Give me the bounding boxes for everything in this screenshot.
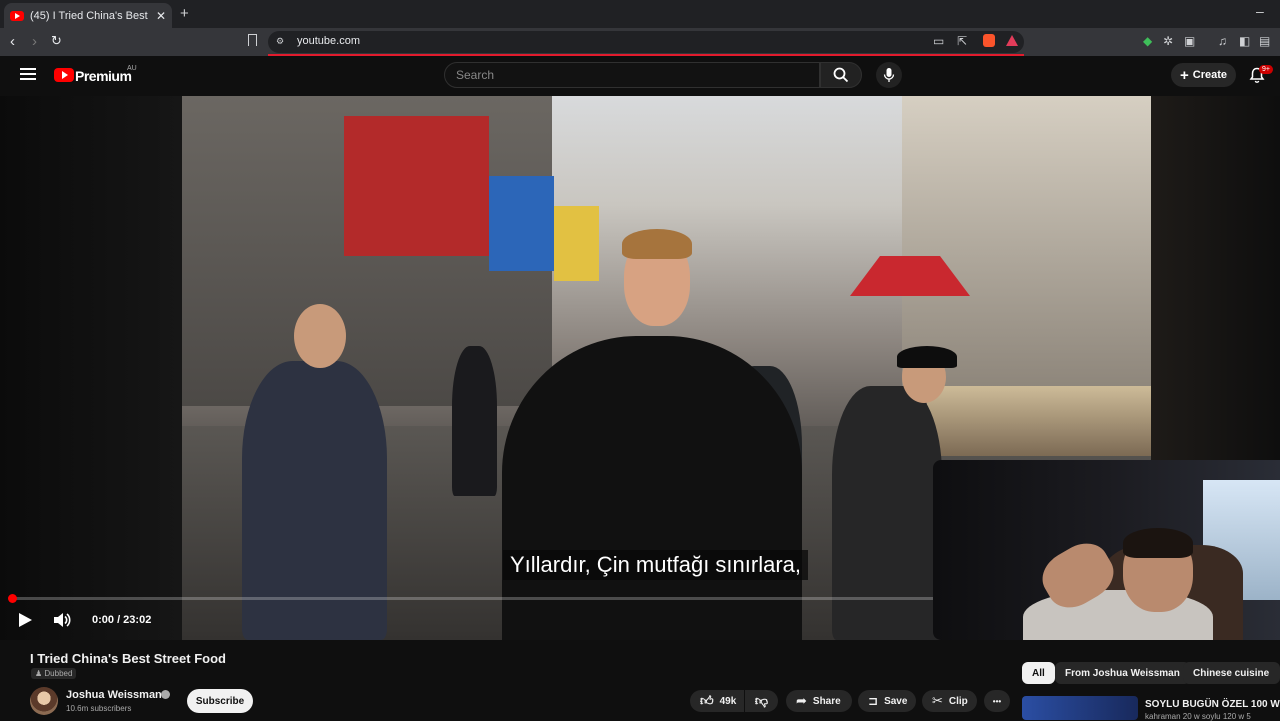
like-button[interactable]: 👍︎ 49k <box>690 690 744 712</box>
media-controls-icon[interactable]: ♫ <box>1218 34 1227 48</box>
host-figure <box>502 336 802 640</box>
chip-from-channel[interactable]: From Joshua Weissman <box>1055 662 1190 684</box>
subscribe-button[interactable]: Subscribe <box>187 689 253 713</box>
host-hair <box>622 229 692 259</box>
pedestrian-cap <box>897 346 957 368</box>
tab-close-icon[interactable]: ✕ <box>156 9 166 23</box>
dubbed-label: Dubbed <box>44 669 73 678</box>
progress-bar[interactable] <box>12 597 933 600</box>
channel-avatar[interactable] <box>30 687 58 715</box>
recommended-video-title[interactable]: SOYLU BUGÜN ÖZEL 100 W <box>1145 699 1280 710</box>
youtube-logo-icon[interactable] <box>54 68 74 82</box>
thumbs-down-icon: 👎︎ <box>754 693 769 708</box>
play-icon[interactable] <box>19 613 32 627</box>
more-actions-button[interactable]: ••• <box>984 690 1010 712</box>
site-settings-icon[interactable]: ⚙ <box>276 36 284 47</box>
bookmark-icon[interactable] <box>248 34 257 46</box>
share-arrow-icon: ➦ <box>796 693 807 708</box>
sidebar-toggle-icon[interactable]: ◧ <box>1239 34 1250 48</box>
scissors-icon: ✂ <box>932 693 943 708</box>
dubbed-person-icon: ♟ <box>35 669 43 678</box>
food-stall <box>927 386 1151 456</box>
clip-label: Clip <box>948 695 968 707</box>
chip-chinese-cuisine[interactable]: Chinese cuisine <box>1183 662 1280 684</box>
chip-all[interactable]: All <box>1022 662 1055 684</box>
brand-name[interactable]: Premium <box>75 68 132 84</box>
search-input[interactable] <box>444 62 820 88</box>
pedestrian-head <box>294 304 346 368</box>
volume-icon[interactable] <box>53 612 71 633</box>
red-shop-sign <box>344 116 489 256</box>
cast-icon[interactable]: ▭ <box>933 34 944 48</box>
streamer-webcam-overlay <box>933 460 1280 640</box>
plus-icon: + <box>1179 66 1189 84</box>
blue-shop-sign <box>489 176 554 271</box>
brave-shield-icon[interactable] <box>983 34 995 47</box>
video-caption: Yıllardır, Çin mutfağı sınırlara, <box>503 550 808 580</box>
browser-tab[interactable]: (45) I Tried China's Best Street Fo ✕ <box>4 3 172 28</box>
clip-button[interactable]: ✂ Clip <box>922 690 977 712</box>
url-text: youtube.com <box>297 35 360 47</box>
split-view-icon[interactable]: ▤ <box>1259 34 1270 48</box>
brave-rewards-icon[interactable] <box>1006 35 1018 46</box>
microphone-icon <box>883 68 895 82</box>
background-pedestrian <box>452 346 497 496</box>
address-bar[interactable] <box>268 31 1024 53</box>
youtube-favicon-icon <box>10 10 24 21</box>
reload-icon[interactable]: ↻ <box>51 33 62 49</box>
create-button[interactable]: + Create <box>1171 63 1236 87</box>
region-code: AU <box>127 65 137 72</box>
verified-check-icon <box>161 690 170 699</box>
back-arrow-icon[interactable]: ‹ <box>10 33 15 50</box>
create-label: Create <box>1192 69 1227 81</box>
screenshot-icon[interactable]: ▣ <box>1184 34 1195 48</box>
channel-name[interactable]: Joshua Weissman <box>66 689 162 701</box>
save-bookmark-icon: ⊐ <box>868 694 879 708</box>
notification-count-badge: 9+ <box>1259 65 1273 74</box>
new-tab-button[interactable]: + <box>180 5 189 22</box>
voice-search-button[interactable] <box>876 62 902 88</box>
dislike-button[interactable]: 👎︎ <box>745 690 778 712</box>
like-count: 49k <box>719 695 737 707</box>
save-label: Save <box>884 695 908 707</box>
window-minimize-button[interactable]: – <box>1256 3 1264 19</box>
recommended-video-thumbnail[interactable] <box>1022 696 1138 720</box>
dubbed-badge: ♟ Dubbed <box>31 668 77 679</box>
thumbs-up-icon: 👍︎ <box>700 693 714 708</box>
webcam-person-hair <box>1123 528 1193 558</box>
search-button[interactable] <box>820 62 862 88</box>
video-title: I Tried China's Best Street Food <box>30 651 226 666</box>
time-display: 0:00 / 23:02 <box>92 614 152 626</box>
yellow-shop-sign <box>554 206 599 281</box>
share-label: Share <box>812 695 841 707</box>
forward-arrow-icon[interactable]: › <box>32 33 37 50</box>
video-player[interactable]: Yıllardır, Çin mutfağı sınırlara, 0:00 /… <box>0 96 1280 640</box>
pedestrian-right <box>832 386 942 640</box>
progress-scrubber[interactable] <box>8 594 17 603</box>
share-page-icon[interactable]: ⇱ <box>957 34 967 48</box>
more-dots-icon: ••• <box>992 696 1002 706</box>
subscriber-count: 10.6m subscribers <box>66 704 132 713</box>
extensions-puzzle-icon[interactable]: ✲ <box>1163 34 1173 48</box>
search-icon <box>833 67 849 83</box>
save-button[interactable]: ⊐ Save <box>858 690 916 712</box>
extension-icon[interactable]: ◆ <box>1143 34 1152 48</box>
player-letterbox-left <box>0 96 182 640</box>
share-button[interactable]: ➦ Share <box>786 690 852 712</box>
menu-icon[interactable] <box>20 68 36 80</box>
search-placeholder: Search <box>456 68 495 82</box>
tab-title: (45) I Tried China's Best Street Fo <box>30 9 150 22</box>
browser-tab-bar <box>0 0 1280 28</box>
